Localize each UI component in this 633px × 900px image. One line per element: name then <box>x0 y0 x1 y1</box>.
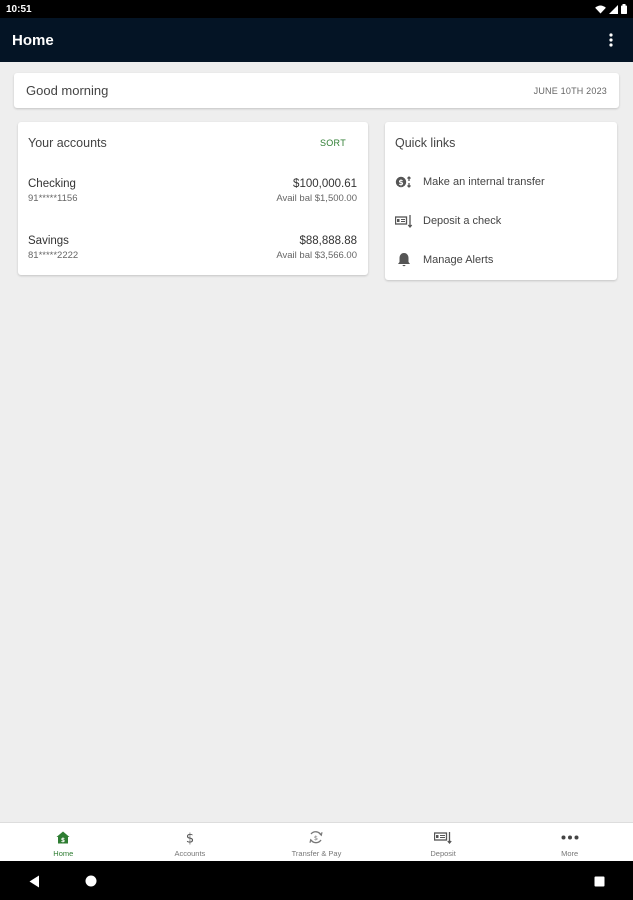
account-number: 81*****2222 <box>28 250 79 261</box>
nav-item-more[interactable]: More <box>506 823 633 861</box>
account-number: 91*****1156 <box>28 193 78 204</box>
nav-item-deposit[interactable]: Deposit <box>380 823 507 861</box>
transfer-icon: $ <box>395 173 413 191</box>
recents-square-icon <box>594 876 604 886</box>
nav-item-transfer-pay[interactable]: $ Transfer & Pay <box>253 823 380 861</box>
account-available-balance: Avail bal $3,566.00 <box>276 250 357 261</box>
accounts-card: Your accounts SORT Checking 91*****1156 … <box>18 122 368 275</box>
nav-label: Home <box>53 849 74 858</box>
svg-text:$: $ <box>186 832 194 846</box>
quick-link-label: Manage Alerts <box>423 254 494 266</box>
nav-item-home[interactable]: $ Home <box>0 823 127 861</box>
system-recents-button[interactable] <box>590 873 608 889</box>
svg-text:$: $ <box>398 178 403 187</box>
home-circle-icon <box>85 875 97 887</box>
quick-link-deposit-check[interactable]: Deposit a check <box>385 206 617 236</box>
nav-label: Transfer & Pay <box>291 849 342 858</box>
deposit-icon <box>434 829 452 846</box>
greeting-card: Good morning JUNE 10TH 2023 <box>14 73 619 108</box>
quick-link-label: Make an internal transfer <box>423 176 545 188</box>
wifi-icon <box>595 4 606 14</box>
back-triangle-icon <box>29 875 39 887</box>
page-title: Home <box>12 31 54 49</box>
signal-icon <box>609 4 618 14</box>
check-deposit-icon <box>395 212 413 230</box>
more-vert-icon <box>609 33 613 47</box>
system-back-button[interactable] <box>25 873 43 889</box>
quick-link-manage-alerts[interactable]: Manage Alerts <box>385 245 617 275</box>
account-balance: $100,000.61 <box>293 178 357 190</box>
greeting-text: Good morning <box>26 83 109 98</box>
svg-text:$: $ <box>61 837 65 844</box>
account-name: Checking <box>28 178 76 190</box>
sort-button[interactable]: SORT <box>320 138 346 148</box>
bell-icon <box>395 251 413 269</box>
account-name: Savings <box>28 235 69 247</box>
quick-links-title: Quick links <box>395 136 456 150</box>
svg-text:$: $ <box>314 834 318 842</box>
account-available-balance: Avail bal $1,500.00 <box>276 193 357 204</box>
system-home-button[interactable] <box>82 873 100 889</box>
account-balance: $88,888.88 <box>299 235 357 247</box>
greeting-date: JUNE 10TH 2023 <box>533 85 607 96</box>
account-row-checking[interactable]: Checking 91*****1156 $100,000.61 Avail b… <box>28 176 357 210</box>
bottom-nav: $ Home $ Accounts $ Transfer & Pay Depos… <box>0 822 633 861</box>
transfer-pay-icon: $ <box>308 829 324 846</box>
nav-label: Accounts <box>174 849 206 858</box>
dollar-icon: $ <box>185 829 195 846</box>
home-icon: $ <box>56 829 70 846</box>
system-nav-bar <box>0 861 633 900</box>
status-icons <box>595 4 627 14</box>
app-bar: Home <box>0 18 633 62</box>
status-time: 10:51 <box>6 3 32 15</box>
nav-label: Deposit <box>430 849 456 858</box>
overflow-menu-button[interactable] <box>601 28 621 52</box>
battery-icon <box>621 4 627 14</box>
quick-link-label: Deposit a check <box>423 215 502 227</box>
nav-label: More <box>561 849 579 858</box>
more-icon <box>561 829 579 846</box>
account-row-savings[interactable]: Savings 81*****2222 $88,888.88 Avail bal… <box>28 233 357 267</box>
status-bar: 10:51 <box>0 0 633 18</box>
quick-links-card: Quick links $ Make an internal transfer … <box>385 122 617 280</box>
nav-item-accounts[interactable]: $ Accounts <box>127 823 254 861</box>
quick-link-internal-transfer[interactable]: $ Make an internal transfer <box>385 167 617 197</box>
accounts-title: Your accounts <box>28 136 107 150</box>
